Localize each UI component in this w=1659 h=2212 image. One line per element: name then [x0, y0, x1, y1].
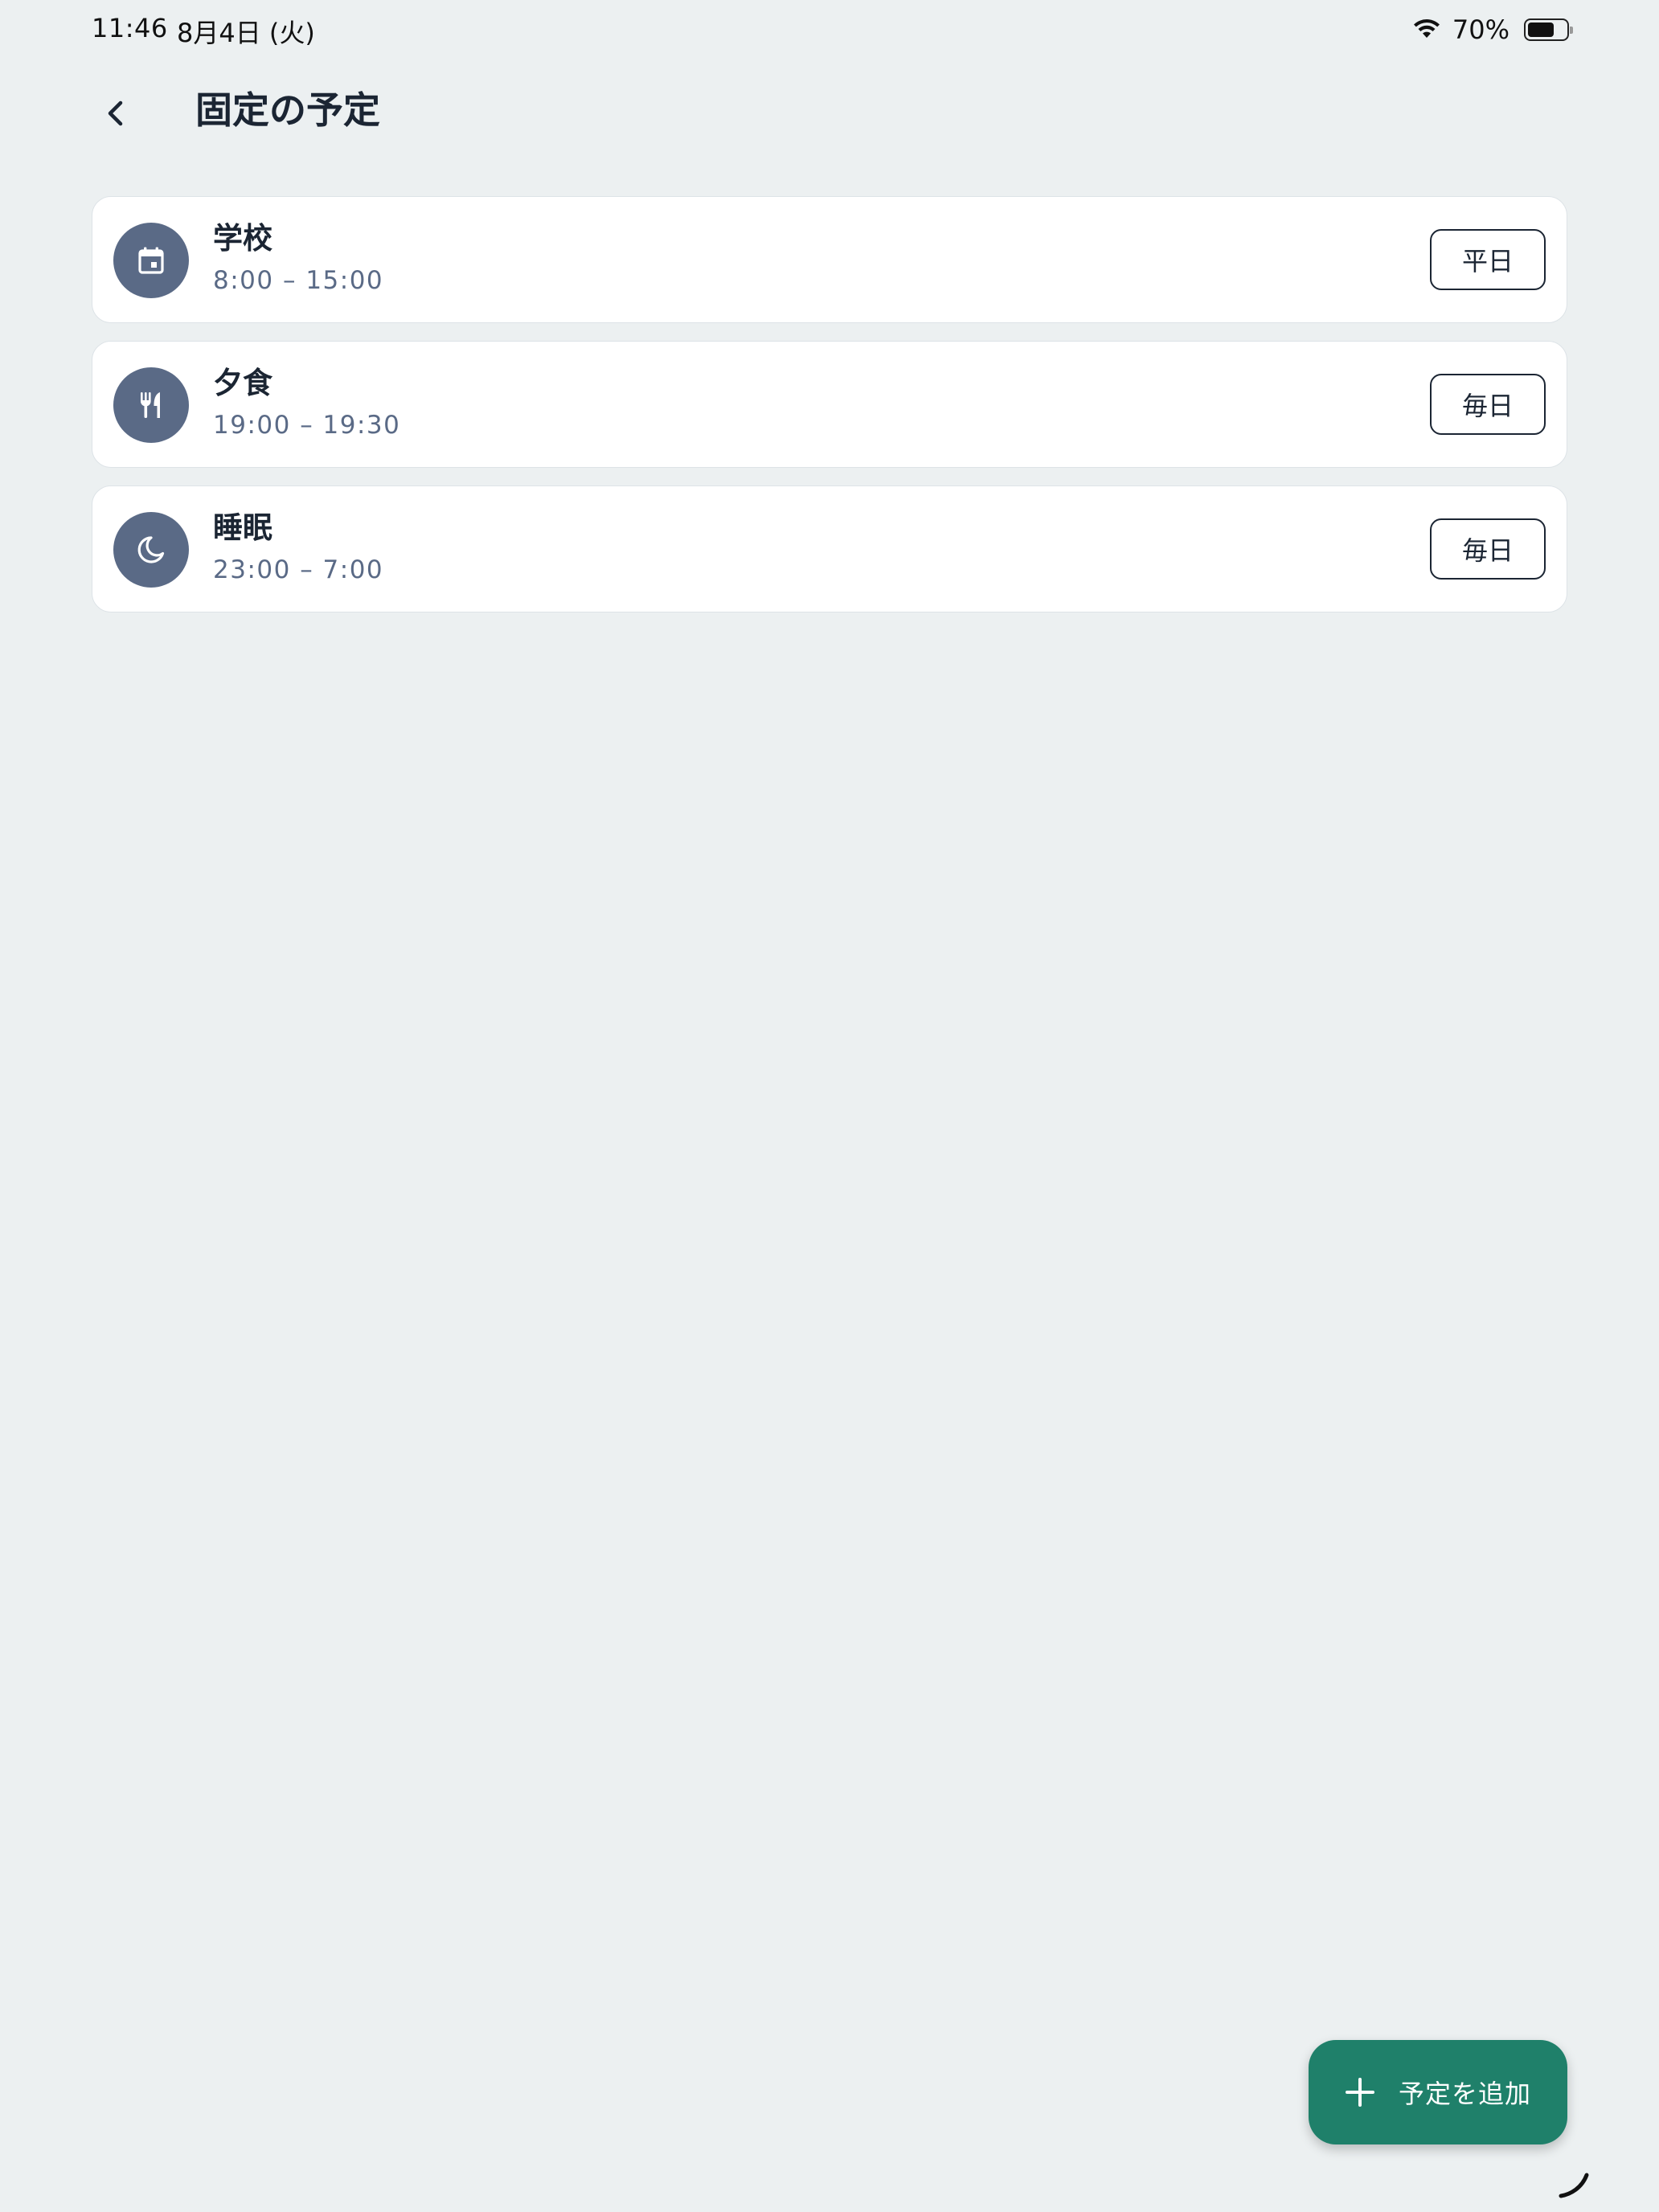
status-date: 8月4日 (火): [177, 18, 315, 48]
schedule-icon-circle: [113, 512, 189, 588]
corner-gesture-indicator: [1559, 2173, 1589, 2198]
moon-icon: [137, 536, 165, 563]
status-bar: 11:46 8月4日 (火) 70%: [0, 0, 1659, 61]
schedule-icon-circle: [113, 367, 189, 443]
schedule-time: 19:00 – 19:30: [213, 411, 401, 440]
schedule-name: 学校: [213, 221, 272, 256]
schedule-name: 睡眠: [213, 510, 272, 545]
schedule-card-sleep[interactable]: 睡眠 23:00 – 7:00 毎日: [92, 485, 1567, 612]
add-schedule-button[interactable]: 予定を追加: [1309, 2040, 1567, 2144]
schedule-name: 夕食: [213, 366, 272, 400]
page-title: 固定の予定: [195, 88, 380, 132]
plus-icon: [1346, 2078, 1374, 2107]
schedule-time: 23:00 – 7:00: [213, 555, 384, 584]
chevron-left-icon: [108, 100, 123, 126]
schedule-icon-circle: [113, 223, 189, 298]
status-indicators: 70%: [1412, 11, 1573, 48]
utensils-icon: [141, 392, 160, 418]
add-schedule-label: 予定を追加: [1399, 2079, 1532, 2109]
repeat-badge[interactable]: 毎日: [1430, 374, 1546, 435]
header: 固定の予定: [0, 77, 1659, 150]
battery-fill: [1528, 23, 1555, 37]
schedule-card-school[interactable]: 学校 8:00 – 15:00 平日: [92, 196, 1567, 323]
calendar-icon: [138, 247, 164, 274]
battery-icon: [1524, 18, 1573, 41]
repeat-badge[interactable]: 平日: [1430, 229, 1546, 290]
schedule-time: 8:00 – 15:00: [213, 266, 384, 295]
status-time: 11:46: [92, 13, 168, 43]
battery-percent: 70%: [1452, 14, 1509, 45]
schedule-list: 学校 8:00 – 15:00 平日 夕食 19:00 – 19:30 毎日 睡…: [92, 196, 1567, 630]
schedule-card-dinner[interactable]: 夕食 19:00 – 19:30 毎日: [92, 341, 1567, 468]
back-button[interactable]: [90, 87, 143, 140]
repeat-badge[interactable]: 毎日: [1430, 518, 1546, 580]
wifi-icon: [1413, 19, 1440, 38]
battery-cap: [1570, 27, 1573, 34]
